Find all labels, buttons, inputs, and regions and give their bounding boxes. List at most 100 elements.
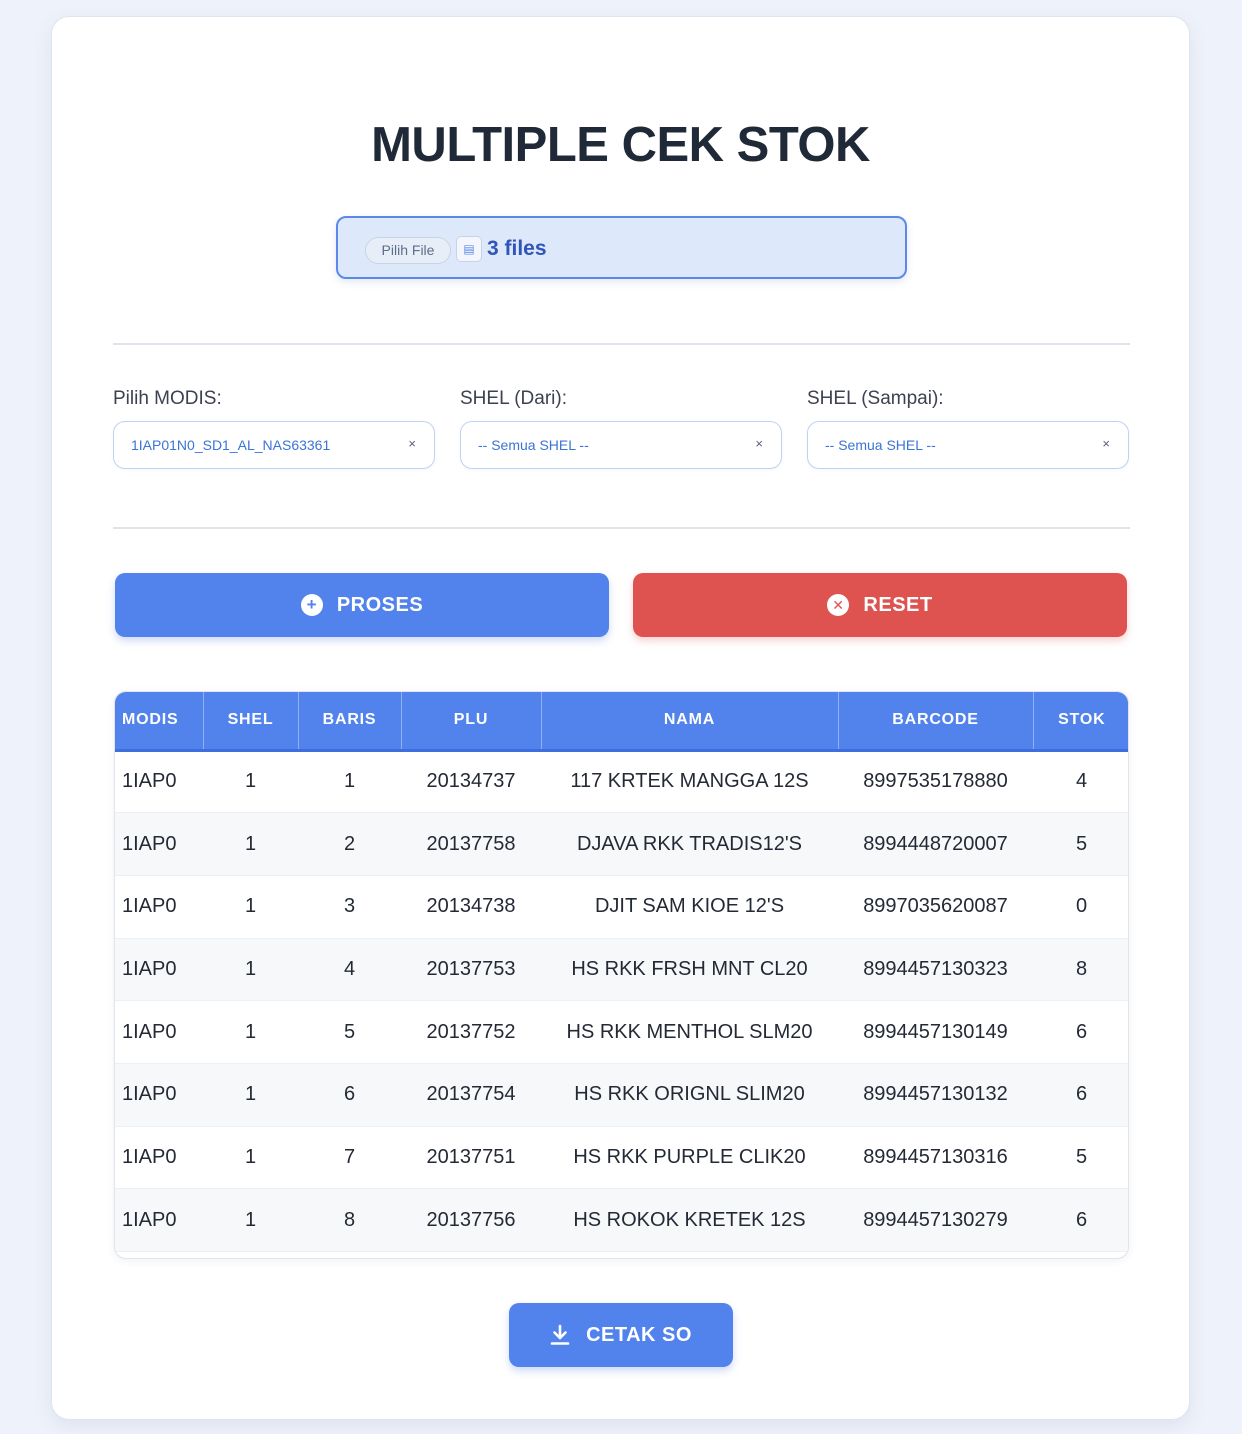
table-cell: 1 <box>244 832 257 855</box>
table-cell: 4 <box>343 957 356 980</box>
table-cell: 1IAP0 <box>122 895 177 918</box>
table-cell: 117 KRTEK MANGGA 12S <box>570 770 809 793</box>
table-cell: 5 <box>1075 1145 1088 1168</box>
table-cell: 5 <box>343 1020 356 1043</box>
shel-sampai-clear-icon[interactable]: × <box>1102 436 1110 451</box>
modis-clear-icon[interactable]: × <box>408 436 416 451</box>
table-cell: 1IAP0 <box>122 832 177 855</box>
reset-label: RESET <box>863 593 933 616</box>
table-cell: 4 <box>1075 770 1088 793</box>
table-row: 1IAP0 1 5 20137752 HS RKK MENTHOL SLM20 89944… <box>115 1001 1128 1064</box>
table-cell: 1 <box>244 895 257 918</box>
table-row: 1IAP0 1 3 20134738 DJIT SAM KIOE 12'S 8997035… <box>115 875 1128 939</box>
shel-sampai-select[interactable]: -- Semua SHEL -- × <box>807 421 1129 469</box>
page-title: MULTIPLE CEK STOK <box>371 118 870 172</box>
table-cell: 20137751 <box>426 1145 516 1168</box>
shel-dari-clear-icon[interactable]: × <box>755 436 763 451</box>
table-cell: 1 <box>343 770 356 793</box>
table-row: 1IAP0 1 7 20137751 HS RKK PURPLE CLIK20 89944… <box>115 1126 1128 1189</box>
table-cell: 20137756 <box>426 1208 516 1231</box>
shel-sampai-label: SHEL (Sampai): <box>807 388 944 409</box>
cetak-so-label: CETAK SO <box>586 1323 692 1346</box>
table-cell: 20137752 <box>426 1020 516 1043</box>
reset-button[interactable]: ✕ RESET <box>633 573 1127 637</box>
proses-button[interactable]: + PROSES <box>115 573 609 637</box>
table-cell: 20137758 <box>426 832 516 855</box>
table-cell: 20134737 <box>426 770 516 793</box>
modis-value: 1IAP01N0_SD1_AL_NAS63361 <box>131 437 331 453</box>
table-cell: 6 <box>343 1083 356 1106</box>
table-cell: HS RKK ORIGNL SLIM20 <box>574 1083 805 1106</box>
choose-file-button[interactable]: Pilih File <box>365 237 451 264</box>
table-cell: 8 <box>1075 957 1088 980</box>
close-circle-icon: ✕ <box>827 594 850 616</box>
file-count: 3 files <box>487 237 547 260</box>
table-cell: 1 <box>244 770 257 793</box>
table-cell: HS RKK FRSH MNT CL20 <box>571 957 808 980</box>
table-cell: 1IAP0 <box>122 1145 177 1168</box>
table-cell: 8 <box>343 1208 356 1231</box>
main-card: MULTIPLE CEK STOK Pilih File ▤ 3 files P… <box>51 16 1190 1420</box>
table-cell: 1IAP0 <box>122 770 177 793</box>
column-header: STOK <box>1033 692 1128 752</box>
table-cell: 1IAP0 <box>122 1083 177 1106</box>
modis-label: Pilih MODIS: <box>113 388 222 409</box>
table-cell: 8994457130323 <box>863 957 1008 980</box>
table-row: 1IAP0 1 8 20137756 HS ROKOK KRETEK 12S 899445… <box>115 1188 1128 1252</box>
table-cell: 1IAP0 <box>122 1208 177 1231</box>
table-cell: 20134738 <box>426 895 516 918</box>
divider <box>113 343 1130 345</box>
table-cell: 1 <box>244 1083 257 1106</box>
column-header: PLU <box>401 692 542 752</box>
table-cell: 1IAP0 <box>122 957 177 980</box>
plus-circle-icon: + <box>300 594 323 616</box>
table-cell: 1IAP0 <box>122 1020 177 1043</box>
table-cell: 6 <box>1075 1208 1088 1231</box>
column-header: BARIS <box>298 692 402 752</box>
table-cell: 1 <box>244 957 257 980</box>
stock-table: MODIS SHEL BARIS PLU NAMA BARCODE STOK 1… <box>114 691 1129 1259</box>
table-row: 1IAP0 1 1 20134737 117 KRTEK MANGGA 12S 89975… <box>115 750 1128 813</box>
table-cell: 8994457130132 <box>863 1083 1008 1106</box>
table-cell: 7 <box>343 1145 356 1168</box>
table-cell: 8997035620087 <box>863 895 1008 918</box>
shel-dari-label: SHEL (Dari): <box>460 388 567 409</box>
table-cell: 8994457130279 <box>863 1208 1008 1231</box>
table-cell: 0 <box>1075 895 1088 918</box>
proses-label: PROSES <box>336 593 424 616</box>
table-cell: 5 <box>1075 832 1088 855</box>
table-row: 1IAP0 1 2 20137758 DJAVA RKK TRADIS12'S 89944… <box>115 812 1128 876</box>
table-header-row: MODIS SHEL BARIS PLU NAMA BARCODE STOK <box>115 692 1128 752</box>
table-cell: 1 <box>244 1020 257 1043</box>
table-cell: 1 <box>244 1145 257 1168</box>
file-input[interactable]: Pilih File ▤ 3 files <box>336 216 907 279</box>
table-cell: 8994448720007 <box>863 832 1008 855</box>
table-cell: 8997535178880 <box>863 770 1008 793</box>
table-row: 1IAP0 1 6 20137754 HS RKK ORIGNL SLIM20 89944… <box>115 1063 1128 1127</box>
column-header: BARCODE <box>838 692 1034 752</box>
table-cell: 8994457130316 <box>863 1145 1008 1168</box>
table-cell: HS ROKOK KRETEK 12S <box>573 1208 806 1231</box>
table-cell: 8994457130149 <box>863 1020 1008 1043</box>
table-cell: 2 <box>343 832 356 855</box>
table-cell: 1 <box>244 1208 257 1231</box>
table-cell: 20137754 <box>426 1083 516 1106</box>
table-cell: HS RKK MENTHOL SLM20 <box>566 1020 813 1043</box>
download-icon <box>550 1324 570 1345</box>
table-cell: DJAVA RKK TRADIS12'S <box>576 832 802 855</box>
shel-dari-select[interactable]: -- Semua SHEL -- × <box>460 421 782 469</box>
column-header: MODIS <box>115 692 204 752</box>
table-row: 1IAP0 1 4 20137753 HS RKK FRSH MNT CL20 89944… <box>115 938 1128 1001</box>
shel-sampai-value: -- Semua SHEL -- <box>825 437 936 453</box>
modis-select[interactable]: 1IAP01N0_SD1_AL_NAS63361 × <box>113 421 435 469</box>
shel-dari-value: -- Semua SHEL -- <box>478 437 589 453</box>
column-header: NAMA <box>541 692 839 752</box>
table-cell: HS RKK PURPLE CLIK20 <box>573 1145 806 1168</box>
divider <box>113 527 1130 529</box>
table-cell: 6 <box>1075 1083 1088 1106</box>
table-cell: DJIT SAM KIOE 12'S <box>594 895 785 918</box>
table-cell: 6 <box>1075 1020 1088 1043</box>
table-cell: 3 <box>343 895 356 918</box>
cetak-so-button[interactable]: CETAK SO <box>509 1303 733 1367</box>
table-cell: 20137753 <box>426 957 516 980</box>
